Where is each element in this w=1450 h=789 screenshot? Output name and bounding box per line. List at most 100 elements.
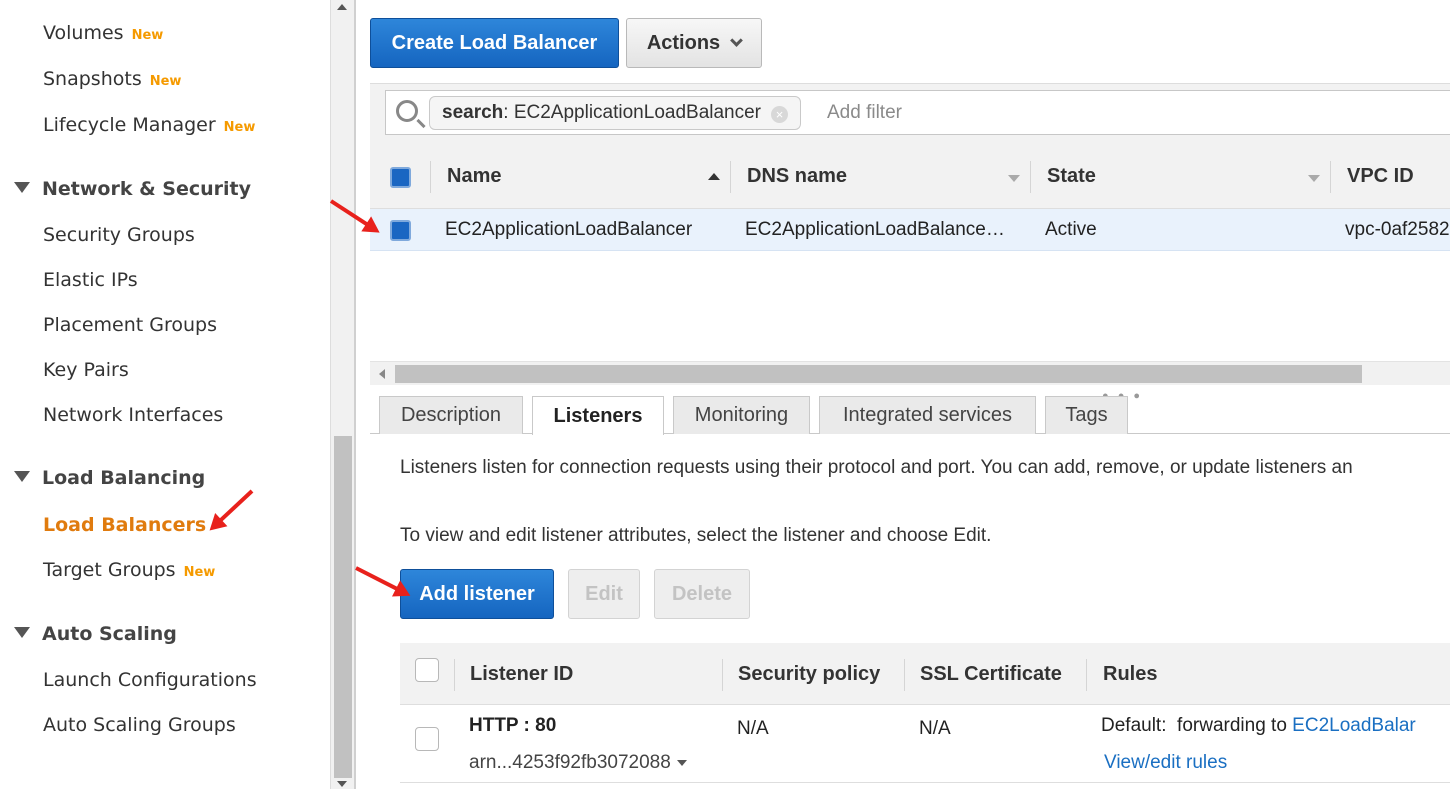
cell-name: EC2ApplicationLoadBalancer [445,219,693,240]
tab-description[interactable]: Description [379,396,523,434]
sidebar-item-volumes[interactable]: Volumes New [43,21,163,48]
caret-down-icon [14,182,30,193]
cell-ssl-certificate: N/A [919,718,951,739]
sort-icon[interactable] [1008,175,1020,182]
listener-protocol: HTTP : 80 [469,715,557,736]
column-divider [730,161,731,193]
cell-rules: Default: forwarding to EC2LoadBalar [1101,715,1416,737]
column-divider [1086,659,1087,691]
section-title: Network & Security [42,178,251,200]
actions-dropdown-button[interactable]: Actions [626,18,762,68]
sidebar-item-label: Volumes [43,22,124,44]
sort-icon[interactable] [1308,175,1320,182]
search-icon [396,100,418,122]
cell-security-policy: N/A [737,718,769,739]
column-header-ssl-certificate[interactable]: SSL Certificate [920,663,1062,686]
listeners-intro-text: Listeners listen for connection requests… [400,457,1353,478]
cell-dns-name: EC2ApplicationLoadBalance… [745,219,1005,240]
section-network-security[interactable]: Network & Security [14,177,251,201]
new-badge: New [223,120,256,135]
remove-token-icon[interactable]: × [771,106,789,123]
cell-vpc-id: vpc-0af2582 [1345,219,1450,240]
arn-text: arn...4253f92fb3072088 [469,752,671,773]
listener-arn[interactable]: arn...4253f92fb3072088 [469,752,687,774]
column-divider [722,659,723,691]
select-all-checkbox[interactable] [415,658,439,682]
table-horizontal-scrollbar[interactable] [370,361,1450,385]
section-load-balancing[interactable]: Load Balancing [14,466,205,490]
listeners-table-header: Listener ID Security policy SSL Certific… [400,643,1450,705]
add-listener-button[interactable]: Add listener [400,569,554,619]
column-header-dns-name[interactable]: DNS name [747,165,847,188]
edit-button[interactable]: Edit [568,569,640,619]
column-divider [430,161,431,193]
row-checkbox[interactable] [415,727,439,751]
scroll-down-arrow-icon[interactable] [337,781,347,787]
sidebar-item-network-interfaces[interactable]: Network Interfaces [43,403,223,427]
cell-state: Active [1045,219,1097,240]
column-header-vpc-id[interactable]: VPC ID [1347,165,1414,188]
sidebar-item-elastic-ips[interactable]: Elastic IPs [43,268,138,292]
sidebar-scrollbar[interactable] [330,0,354,789]
column-divider [904,659,905,691]
create-load-balancer-button[interactable]: Create Load Balancer [370,18,619,68]
sidebar-item-lifecycle-manager[interactable]: Lifecycle Manager New [43,113,255,140]
add-filter-placeholder[interactable]: Add filter [827,102,902,124]
new-badge: New [149,74,182,89]
column-header-state[interactable]: State [1047,165,1096,188]
scrollbar-thumb[interactable] [395,365,1362,383]
sidebar-item-label: Lifecycle Manager [43,114,216,136]
sidebar-item-placement-groups[interactable]: Placement Groups [43,313,217,337]
chevron-down-icon [730,33,744,47]
tab-integrated-services[interactable]: Integrated services [819,396,1036,434]
sidebar-nav: Volumes New Snapshots New Lifecycle Manage… [0,0,330,789]
table-header: Name DNS name State VPC ID [370,145,1450,209]
listeners-hint-text: To view and edit listener attributes, se… [400,525,992,546]
sidebar-item-label: Target Groups [43,559,176,581]
column-header-rules[interactable]: Rules [1103,663,1157,686]
new-badge: New [183,565,216,580]
column-divider [1030,161,1031,193]
tab-monitoring[interactable]: Monitoring [673,396,810,434]
sort-ascending-icon[interactable] [708,173,720,180]
section-auto-scaling[interactable]: Auto Scaling [14,622,177,646]
annotation-arrow-icon [355,566,406,595]
caret-down-icon [676,760,687,766]
section-title: Auto Scaling [42,623,177,645]
tab-listeners[interactable]: Listeners [532,396,664,435]
table-row[interactable]: HTTP : 80 arn...4253f92fb3072088 N/A N/A… [400,705,1450,783]
column-header-listener-id[interactable]: Listener ID [470,663,573,686]
column-divider [454,659,455,691]
pane-divider [354,0,356,789]
sidebar-item-load-balancers[interactable]: Load Balancers [43,513,206,537]
column-header-name[interactable]: Name [447,165,501,188]
sidebar-item-launch-configurations[interactable]: Launch Configurations [43,668,257,692]
section-title: Load Balancing [42,467,206,489]
sidebar-item-auto-scaling-groups[interactable]: Auto Scaling Groups [43,713,236,737]
filter-token[interactable]: search: EC2ApplicationLoadBalancer × [429,96,802,130]
rules-action: forwarding to [1177,715,1287,736]
target-group-link[interactable]: EC2LoadBalar [1292,715,1416,736]
sidebar-item-key-pairs[interactable]: Key Pairs [43,358,129,382]
tab-tags[interactable]: Tags [1045,396,1128,434]
sidebar-item-target-groups[interactable]: Target Groups New [43,558,215,585]
column-header-security-policy[interactable]: Security policy [738,663,880,686]
select-all-checkbox[interactable] [390,167,411,188]
sidebar-item-security-groups[interactable]: Security Groups [43,223,195,247]
scroll-up-arrow-icon[interactable] [337,4,347,10]
scroll-left-arrow-icon[interactable] [379,369,385,379]
actions-label: Actions [646,31,721,54]
rules-default-label: Default: [1101,715,1167,736]
filter-input-box[interactable]: search: EC2ApplicationLoadBalancer × Add … [385,90,1450,135]
view-edit-rules-link[interactable]: View/edit rules [1104,752,1227,774]
table-row[interactable]: EC2ApplicationLoadBalancer EC2Applicatio… [370,209,1450,251]
filter-token-value: : EC2ApplicationLoadBalancer [503,102,762,123]
delete-button[interactable]: Delete [654,569,750,619]
row-checkbox[interactable] [390,220,411,241]
caret-down-icon [14,471,30,482]
new-badge: New [131,28,164,43]
caret-down-icon [14,627,30,638]
scrollbar-thumb[interactable] [334,436,352,778]
sidebar-item-snapshots[interactable]: Snapshots New [43,67,181,94]
sidebar-item-label: Snapshots [43,68,142,90]
